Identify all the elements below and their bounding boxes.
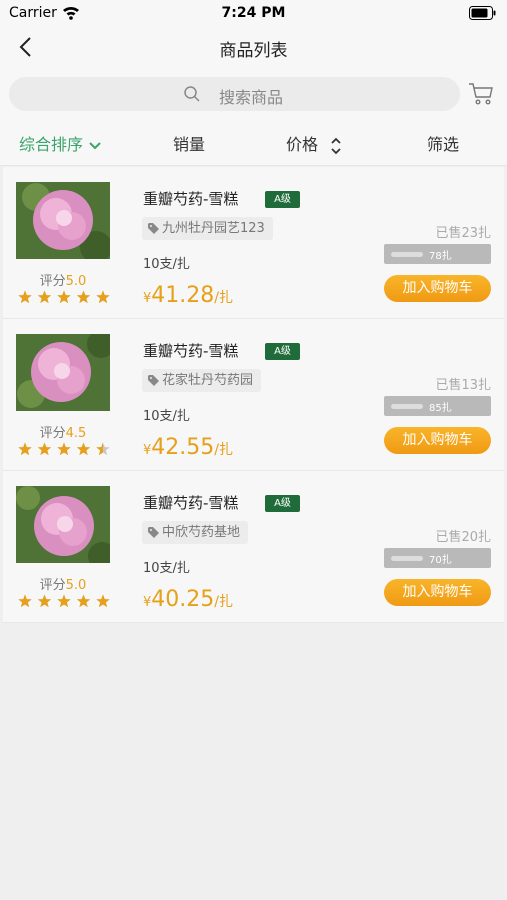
rating-text: 评分5.0: [39, 578, 87, 593]
product-price: ¥41.28/扎: [143, 283, 233, 308]
stock-indicator: 85扎: [384, 396, 491, 416]
search-input[interactable]: 搜索商品: [9, 77, 460, 111]
sort-sales-tab[interactable]: 销量: [173, 131, 205, 155]
filter-label: 筛选: [427, 135, 460, 154]
product-card[interactable]: 评分4.5 重瓣芍药-雪糕 A级 花家牡丹芍药园 10支/扎 ¥42.55/扎 …: [3, 319, 504, 471]
search-row: 搜索商品: [0, 70, 507, 118]
add-to-cart-button[interactable]: 加入购物车: [384, 579, 491, 606]
sort-sales-label: 销量: [173, 135, 206, 154]
rating-text: 评分5.0: [39, 274, 87, 289]
add-to-cart-button[interactable]: 加入购物车: [384, 275, 491, 302]
star-filled-icon: [37, 594, 52, 608]
stock-indicator: 78扎: [384, 244, 491, 264]
tag-icon: [148, 527, 159, 538]
product-name: 重瓣芍药-雪糕: [143, 190, 239, 208]
search-placeholder: 搜索商品: [219, 88, 284, 107]
product-name: 重瓣芍药-雪糕: [143, 342, 239, 360]
star-filled-icon: [96, 594, 110, 608]
grade-badge: A级: [265, 343, 300, 360]
tag-icon: [148, 223, 159, 234]
product-spec: 10支/扎: [143, 409, 190, 424]
rating-text: 评分4.5: [39, 426, 87, 441]
shop-tag[interactable]: 中欣芍药基地: [142, 521, 249, 544]
shop-tag[interactable]: 花家牡丹芍药园: [142, 369, 262, 392]
product-image: [16, 334, 110, 411]
star-filled-icon: [18, 594, 32, 608]
star-rating: [18, 594, 110, 608]
shop-name: 花家牡丹芍药园: [162, 373, 254, 388]
star-rating: [18, 442, 110, 456]
grade-badge: A级: [265, 191, 300, 208]
star-filled-icon: [18, 290, 32, 304]
star-filled-icon: [18, 442, 32, 456]
star-filled-icon: [76, 594, 91, 608]
star-filled-icon: [76, 290, 91, 304]
star-filled-icon: [37, 290, 52, 304]
star-filled-icon: [96, 290, 110, 304]
filter-tab[interactable]: 筛选: [427, 131, 459, 155]
shop-tag[interactable]: 九州牡丹园艺123: [142, 217, 273, 240]
sort-up-down-icon: [331, 137, 341, 154]
stock-indicator: 70扎: [384, 548, 491, 568]
shop-name: 九州牡丹园艺123: [162, 221, 265, 236]
sort-price-tab[interactable]: 价格: [286, 131, 343, 156]
shop-name: 中欣芍药基地: [162, 525, 241, 540]
search-icon: [184, 86, 200, 102]
chevron-down-icon: [89, 141, 101, 149]
star-filled-icon: [37, 442, 52, 456]
product-price: ¥40.25/扎: [143, 587, 233, 612]
product-list: 评分5.0 重瓣芍药-雪糕 A级 九州牡丹园艺123 10支/扎 ¥41.28/…: [3, 167, 504, 623]
sort-filter-bar: 综合排序 销量 价格 筛选: [0, 118, 507, 166]
page-title: 商品列表: [219, 41, 288, 61]
star-filled-icon: [76, 442, 91, 456]
product-price: ¥42.55/扎: [143, 435, 233, 460]
star-filled-icon: [57, 442, 71, 456]
grade-badge: A级: [265, 495, 300, 512]
sort-comprehensive-label: 综合排序: [19, 135, 84, 154]
star-filled-icon: [57, 594, 71, 608]
sold-count: 已售23扎: [435, 226, 491, 241]
navigation-bar: 商品列表: [0, 26, 507, 70]
product-image: [16, 182, 110, 259]
battery-icon: [469, 6, 496, 20]
status-bar: Carrier 7:24 PM: [0, 0, 507, 26]
product-spec: 10支/扎: [143, 561, 190, 576]
sort-price-label: 价格: [286, 135, 319, 154]
sort-comprehensive-tab[interactable]: 综合排序: [19, 131, 102, 155]
tag-icon: [148, 375, 159, 386]
product-card[interactable]: 评分5.0 重瓣芍药-雪糕 A级 中欣芍药基地 10支/扎 ¥40.25/扎 已…: [3, 471, 504, 623]
sold-count: 已售13扎: [435, 378, 491, 393]
product-image: [16, 486, 110, 563]
star-filled-icon: [57, 290, 71, 304]
product-card[interactable]: 评分5.0 重瓣芍药-雪糕 A级 九州牡丹园艺123 10支/扎 ¥41.28/…: [3, 167, 504, 319]
product-spec: 10支/扎: [143, 257, 190, 272]
star-rating: [18, 290, 110, 304]
clock: 7:24 PM: [221, 5, 286, 21]
add-to-cart-button[interactable]: 加入购物车: [384, 427, 491, 454]
shopping-cart-icon[interactable]: [468, 82, 494, 106]
sold-count: 已售20扎: [435, 530, 491, 545]
product-name: 重瓣芍药-雪糕: [143, 494, 239, 512]
